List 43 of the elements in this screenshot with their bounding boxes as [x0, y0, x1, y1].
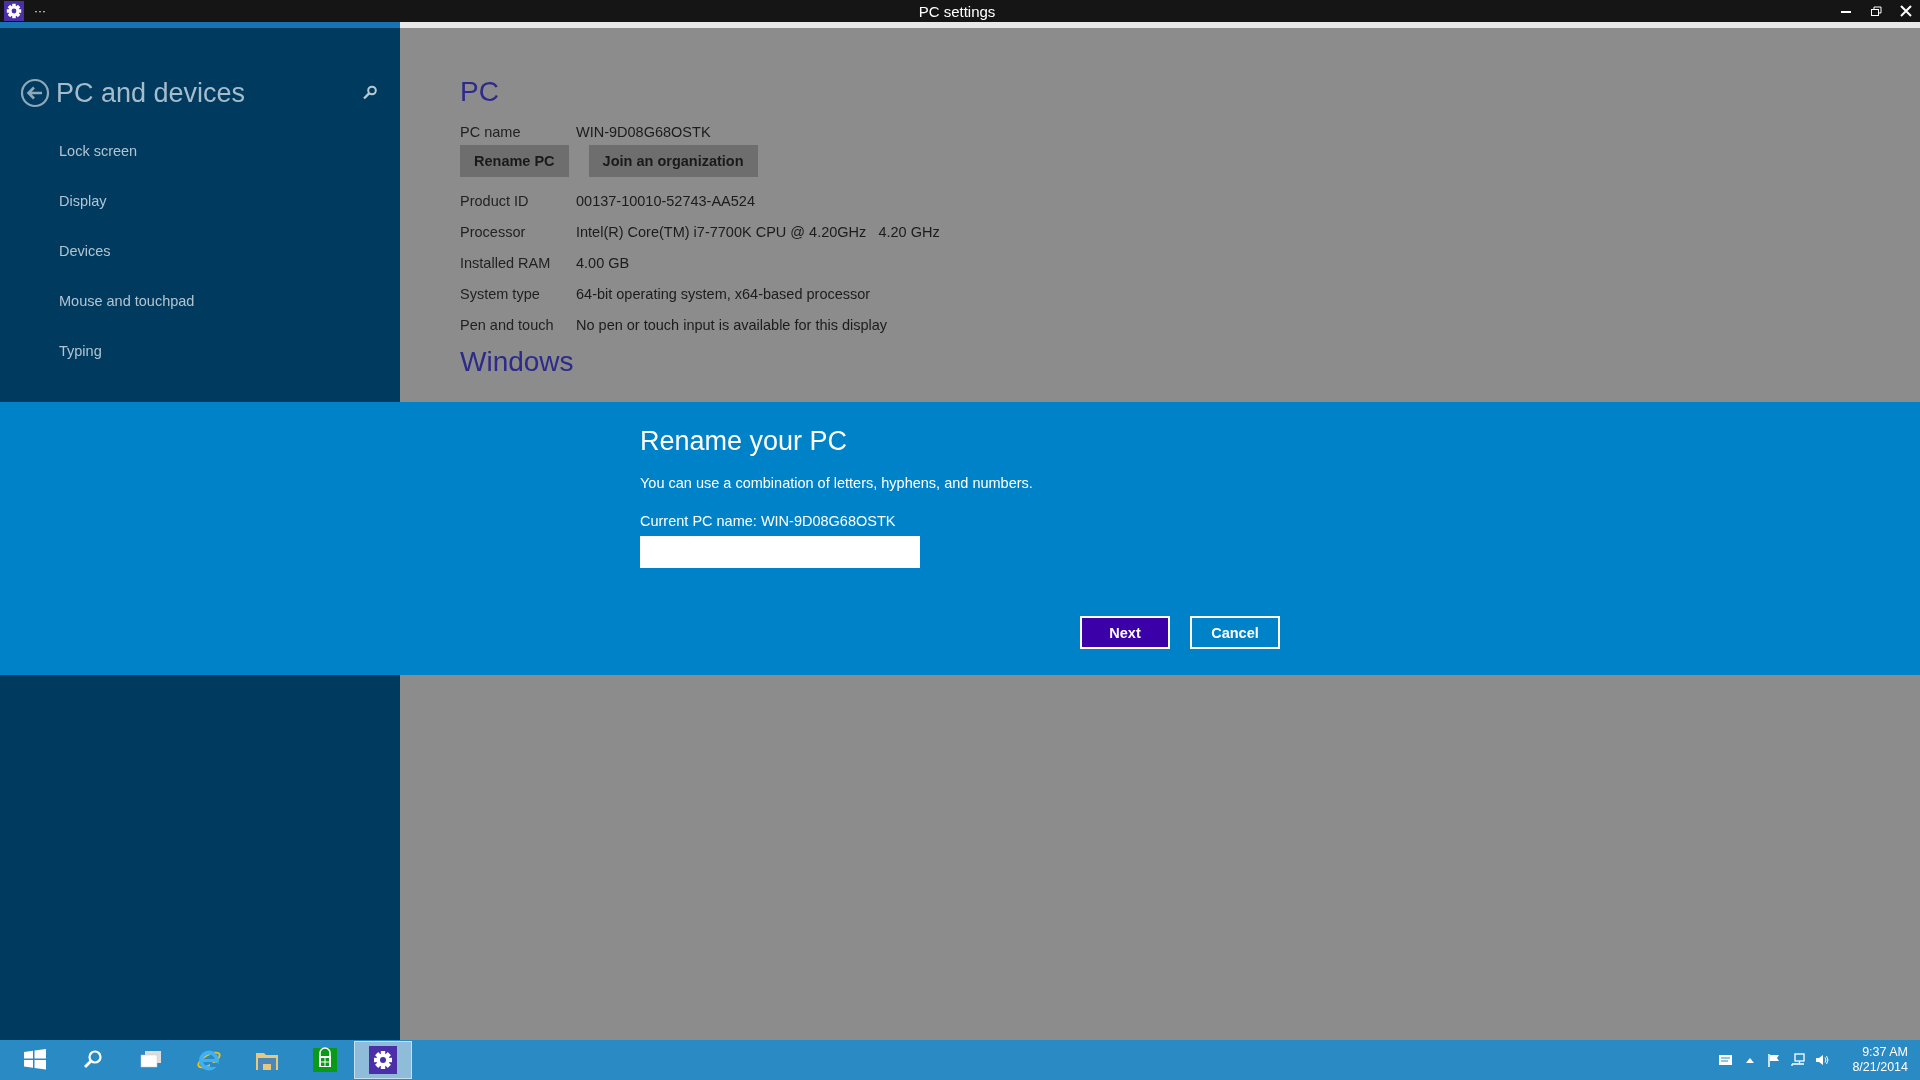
- dialog-title: Rename your PC: [640, 426, 849, 457]
- action-button[interactable]: Join an organization: [588, 145, 758, 177]
- cancel-button[interactable]: Cancel: [1190, 616, 1280, 649]
- property-label: Processor: [460, 223, 527, 242]
- property-value: 00137-10010-52743-AA524: [576, 192, 755, 211]
- network-icon[interactable]: [1790, 1052, 1807, 1068]
- menu-button[interactable]: ···: [34, 5, 46, 17]
- property-value: No pen or touch input is available for this display: [576, 316, 888, 335]
- property-label: Pen and touch: [460, 316, 555, 335]
- back-icon[interactable]: [20, 78, 50, 108]
- sidebar-item[interactable]: Typing: [59, 341, 102, 391]
- property-label: Installed RAM: [460, 254, 552, 273]
- taskbar-button[interactable]: [354, 1041, 412, 1079]
- sidebar-item[interactable]: Devices: [59, 241, 111, 291]
- section-heading: Windows: [460, 346, 575, 378]
- action-button[interactable]: Rename PC: [460, 145, 569, 177]
- property-value: 4.00 GB: [576, 254, 630, 273]
- property-label: Product ID: [460, 192, 530, 211]
- clock-time: 9:37 AM: [1861, 1045, 1908, 1060]
- property-value: WIN-9D08G68OSTK: [576, 123, 711, 142]
- sidebar-item[interactable]: Display: [59, 191, 107, 241]
- property-label: System type: [460, 285, 541, 304]
- settings-icon: [369, 1046, 397, 1074]
- shopping-bag-icon: [311, 1046, 339, 1074]
- message-icon[interactable]: [1718, 1052, 1735, 1068]
- section-heading: PC: [460, 76, 500, 109]
- property-value: 64-bit operating system, x64-based processor: [576, 285, 871, 304]
- settings-icon[interactable]: [4, 1, 24, 21]
- search-icon[interactable]: [362, 85, 378, 101]
- speaker-icon[interactable]: [1814, 1052, 1831, 1068]
- next-button[interactable]: Next: [1080, 616, 1170, 649]
- sidebar-item[interactable]: Lock screen: [59, 141, 138, 191]
- window-title: PC settings: [918, 2, 996, 20]
- sidebar-item[interactable]: Mouse and touchpad: [59, 291, 195, 341]
- field-label: Current PC name: WIN-9D08G68OSTK: [640, 513, 897, 529]
- name-input-field[interactable]: [640, 536, 920, 568]
- close-icon[interactable]: [1898, 3, 1914, 19]
- property-label: PC name: [460, 123, 522, 142]
- sidebar-title: PC and devices: [56, 77, 247, 109]
- property-value: Intel(R) Core(TM) i7-7700K CPU @ 4.20GHz 4.20 GHz: [576, 223, 940, 242]
- dialog-description: You can use a combination of letters, hyphens, and numbers.: [640, 475, 1034, 491]
- clock-date: 8/21/2014: [1852, 1060, 1908, 1075]
- restore-icon[interactable]: [1868, 3, 1884, 19]
